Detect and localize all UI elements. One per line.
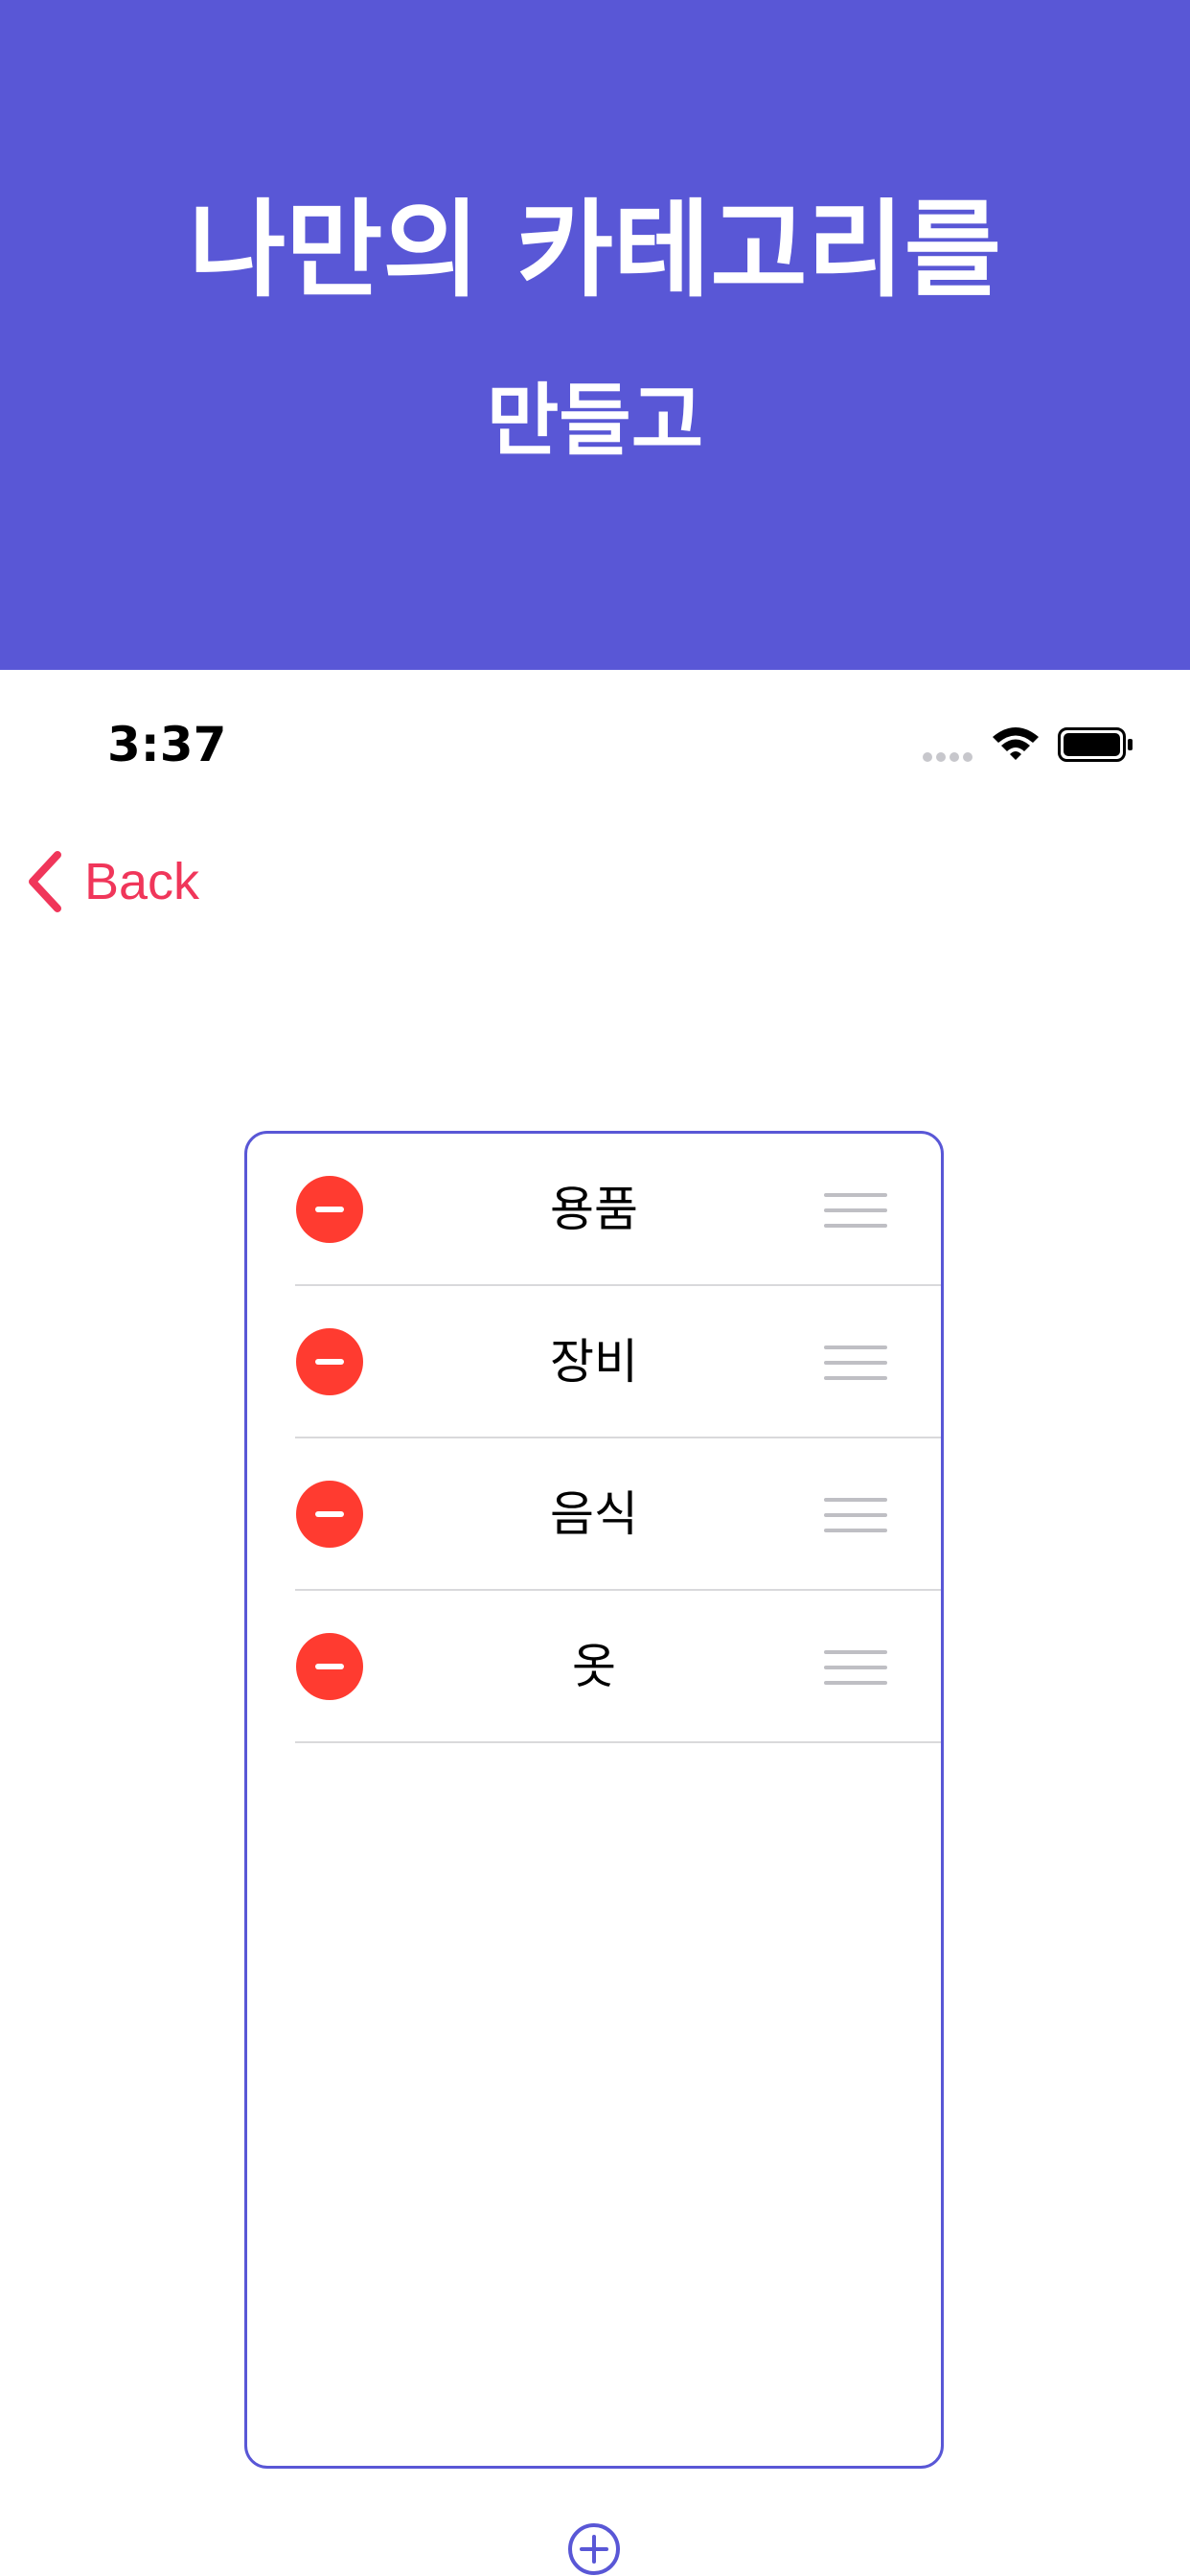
list-item: 용품 [247, 1134, 941, 1286]
promo-banner: 나만의 카테고리를 만들고 [0, 0, 1190, 670]
signal-dots-icon [923, 752, 973, 762]
reorder-handle-icon[interactable] [824, 1650, 887, 1685]
chevron-left-icon [29, 851, 61, 912]
list-item: 옷 [247, 1591, 941, 1743]
status-time: 3:37 [107, 717, 227, 772]
navigation-bar: Back [0, 814, 1190, 948]
list-item: 장비 [247, 1286, 941, 1438]
back-button[interactable]: Back [25, 848, 199, 915]
battery-icon [1058, 727, 1133, 762]
status-bar: 3:37 [0, 670, 1190, 814]
plus-circle-icon[interactable] [567, 2522, 621, 2576]
reorder-handle-icon[interactable] [824, 1498, 887, 1532]
back-label: Back [84, 853, 200, 910]
reorder-handle-icon[interactable] [824, 1346, 887, 1380]
wifi-icon [993, 727, 1039, 760]
row-divider [295, 1741, 941, 1743]
promo-subtitle: 만들고 [486, 376, 704, 467]
reorder-handle-icon[interactable] [824, 1193, 887, 1228]
category-list: 용품 장비 음식 옷 [244, 1131, 944, 2469]
promo-title: 나만의 카테고리를 [189, 189, 1001, 311]
list-item: 음식 [247, 1438, 941, 1591]
